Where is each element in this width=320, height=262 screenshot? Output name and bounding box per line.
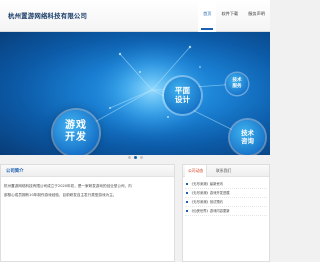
news-tabs: 公司动态 联系我们 (183, 165, 269, 177)
news-item-title[interactable]: 《无尽深渊》游戏开发进展 (190, 189, 230, 197)
bullet-icon (186, 210, 188, 212)
tech-consulting-line1: 技术 (241, 129, 254, 137)
tech-consulting-line2: 咨询 (241, 137, 254, 145)
bullet-icon (186, 201, 188, 203)
tech-service-badge: 技术 服务 (226, 73, 248, 95)
news-item[interactable]: 《无尽深渊》最新资讯 (185, 180, 267, 189)
news-item[interactable]: 《无尽深渊》游戏开发进展 (185, 189, 267, 198)
site-header: 杭州置游网络科技有限公司 首页 软件下载 服务声明 (0, 0, 270, 32)
main-nav: 首页 软件下载 服务声明 (198, 0, 270, 32)
hero-banner[interactable]: 游戏 开发 平面 设计 技术 服务 技术 咨询 (0, 32, 270, 155)
news-item[interactable]: 《无尽深渊》测试预约 (185, 198, 267, 207)
bullet-icon (186, 183, 188, 185)
company-intro-line: 杭州置游网络科技有限公司成立于2020年初，是一家研发游戏的创业型公司，内 (4, 184, 132, 188)
company-intro-title: 公司简介 (6, 169, 24, 174)
nav-item-home[interactable]: 首页 (198, 0, 217, 32)
slide-dot[interactable] (127, 156, 131, 159)
news-item-title[interactable]: 《仙侠世界》游戏内容更新 (190, 207, 230, 215)
graphic-design-line2: 设计 (174, 95, 191, 104)
slide-dot[interactable] (139, 156, 143, 159)
news-item[interactable]: 《仙侠世界》游戏内容更新 (185, 207, 267, 216)
game-development-badge: 游戏 开发 (53, 110, 99, 155)
company-intro-text: 杭州置游网络科技有限公司成立于2020年初，是一家研发游戏的创业型公司，内 部核… (1, 177, 174, 200)
game-dev-line1: 游戏 (65, 120, 87, 131)
nav-item-service-statement[interactable]: 服务声明 (243, 0, 270, 32)
company-intro-header: 公司简介 (1, 165, 174, 177)
news-item-title[interactable]: 《无尽深渊》最新资讯 (190, 180, 223, 188)
news-list: 《无尽深渊》最新资讯 《无尽深渊》游戏开发进展 《无尽深渊》测试预约 《仙侠世界… (183, 177, 269, 216)
news-item-title[interactable]: 《无尽深渊》测试预约 (190, 198, 223, 206)
graphic-design-badge: 平面 设计 (164, 77, 201, 114)
game-dev-line2: 开发 (65, 132, 87, 143)
tech-service-line2: 服务 (232, 83, 242, 89)
company-intro-panel: 公司简介 杭州置游网络科技有限公司成立于2020年初，是一家研发游戏的创业型公司… (0, 164, 175, 262)
graphic-design-line1: 平面 (174, 86, 191, 95)
news-panel: 公司动态 联系我们 《无尽深渊》最新资讯 《无尽深渊》游戏开发进展 《无尽深渊》… (182, 164, 270, 262)
company-logo-text[interactable]: 杭州置游网络科技有限公司 (8, 11, 87, 20)
company-intro-line: 部核心成员拥有10年制作游戏经验，目前研发自主发行类型游戏为主。 (4, 193, 117, 197)
bullet-icon (186, 192, 188, 194)
tech-consulting-badge: 技术 咨询 (230, 120, 265, 155)
tab-company-news[interactable]: 公司动态 (185, 165, 208, 177)
banner-pagination (0, 155, 270, 160)
nav-item-download[interactable]: 软件下载 (216, 0, 243, 32)
slide-dot-active[interactable] (133, 156, 137, 159)
tab-contact-us[interactable]: 联系我们 (213, 165, 234, 177)
